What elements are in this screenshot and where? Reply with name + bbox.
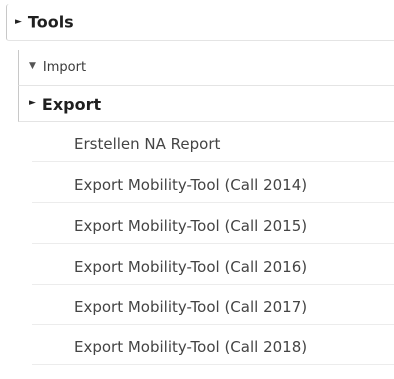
tree-item-label: Export Mobility-Tool (Call 2016) — [74, 258, 308, 276]
tree-node-import-label: Import — [42, 60, 87, 75]
tree-node-tools[interactable]: ► Tools — [6, 4, 394, 41]
tree-item-erstellen-na-report[interactable]: Erstellen NA Report — [32, 127, 394, 162]
tree-item-label: Export Mobility-Tool (Call 2014) — [74, 176, 308, 194]
tree-item-export-mobility-tool-2015[interactable]: Export Mobility-Tool (Call 2015) — [32, 209, 394, 244]
tree-item-label: Export Mobility-Tool (Call 2017) — [74, 298, 308, 316]
navigation-tree: ► Tools ▼ Import ► Export Erstellen NA Repo… — [0, 0, 394, 379]
tree-item-export-mobility-tool-2014[interactable]: Export Mobility-Tool (Call 2014) — [32, 168, 394, 203]
tree-item-export-mobility-tool-2016[interactable]: Export Mobility-Tool (Call 2016) — [32, 250, 394, 285]
tree-node-export[interactable]: ► Export — [18, 86, 394, 122]
tree-item-export-mobility-tool-2017[interactable]: Export Mobility-Tool (Call 2017) — [32, 290, 394, 325]
tree-item-export-mobility-tool-2018[interactable]: Export Mobility-Tool (Call 2018) — [32, 330, 394, 365]
tree-node-export-label: Export — [41, 95, 102, 114]
tree-node-tools-label: Tools — [27, 12, 74, 32]
triangle-right-icon[interactable]: ► — [29, 86, 36, 121]
triangle-right-icon[interactable]: ► — [15, 4, 22, 40]
tree-item-label: Export Mobility-Tool (Call 2015) — [74, 217, 308, 235]
tree-node-import[interactable]: ▼ Import — [18, 50, 394, 86]
triangle-down-icon[interactable]: ▼ — [29, 50, 36, 84]
tree-item-label: Erstellen NA Report — [74, 135, 221, 153]
tree-item-label: Export Mobility-Tool (Call 2018) — [74, 338, 308, 356]
